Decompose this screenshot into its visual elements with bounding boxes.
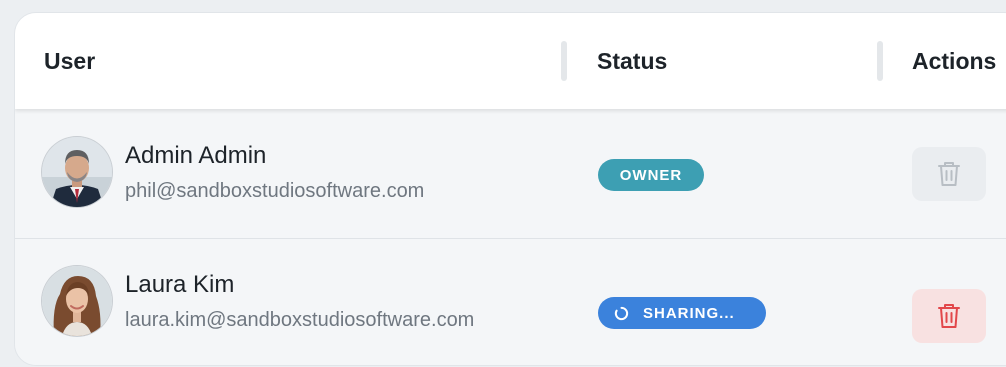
column-resize-handle[interactable] <box>561 41 567 81</box>
user-name: Admin Admin <box>125 142 267 169</box>
status-badge-label: SHARING... <box>643 304 735 322</box>
users-table-card: User Status Actions Admin Admin phil@san… <box>14 12 1006 366</box>
delete-user-button[interactable] <box>912 289 986 343</box>
column-resize-handle[interactable] <box>877 41 883 81</box>
status-badge-label: OWNER <box>619 166 683 184</box>
avatar <box>42 266 112 336</box>
table-row: Laura Kim laura.kim@sandboxstudiosoftwar… <box>15 239 1006 365</box>
table-header: User Status Actions <box>15 13 1006 109</box>
user-email: phil@sandboxstudiosoftware.com <box>125 180 425 202</box>
table-row: Admin Admin phil@sandboxstudiosoftware.c… <box>15 110 1006 238</box>
user-email: laura.kim@sandboxstudiosoftware.com <box>125 309 475 331</box>
trash-icon <box>938 304 960 328</box>
avatar <box>42 137 112 207</box>
column-header-status: Status <box>597 48 668 74</box>
trash-icon <box>938 162 960 186</box>
spinner-icon <box>614 306 629 321</box>
column-header-actions: Actions <box>912 48 997 74</box>
column-header-user: User <box>44 48 96 74</box>
user-photo <box>42 137 112 207</box>
user-photo <box>42 266 112 336</box>
delete-user-button[interactable] <box>912 147 986 201</box>
status-badge: OWNER <box>598 159 704 191</box>
status-badge: SHARING... <box>598 297 766 329</box>
user-name: Laura Kim <box>125 271 235 298</box>
